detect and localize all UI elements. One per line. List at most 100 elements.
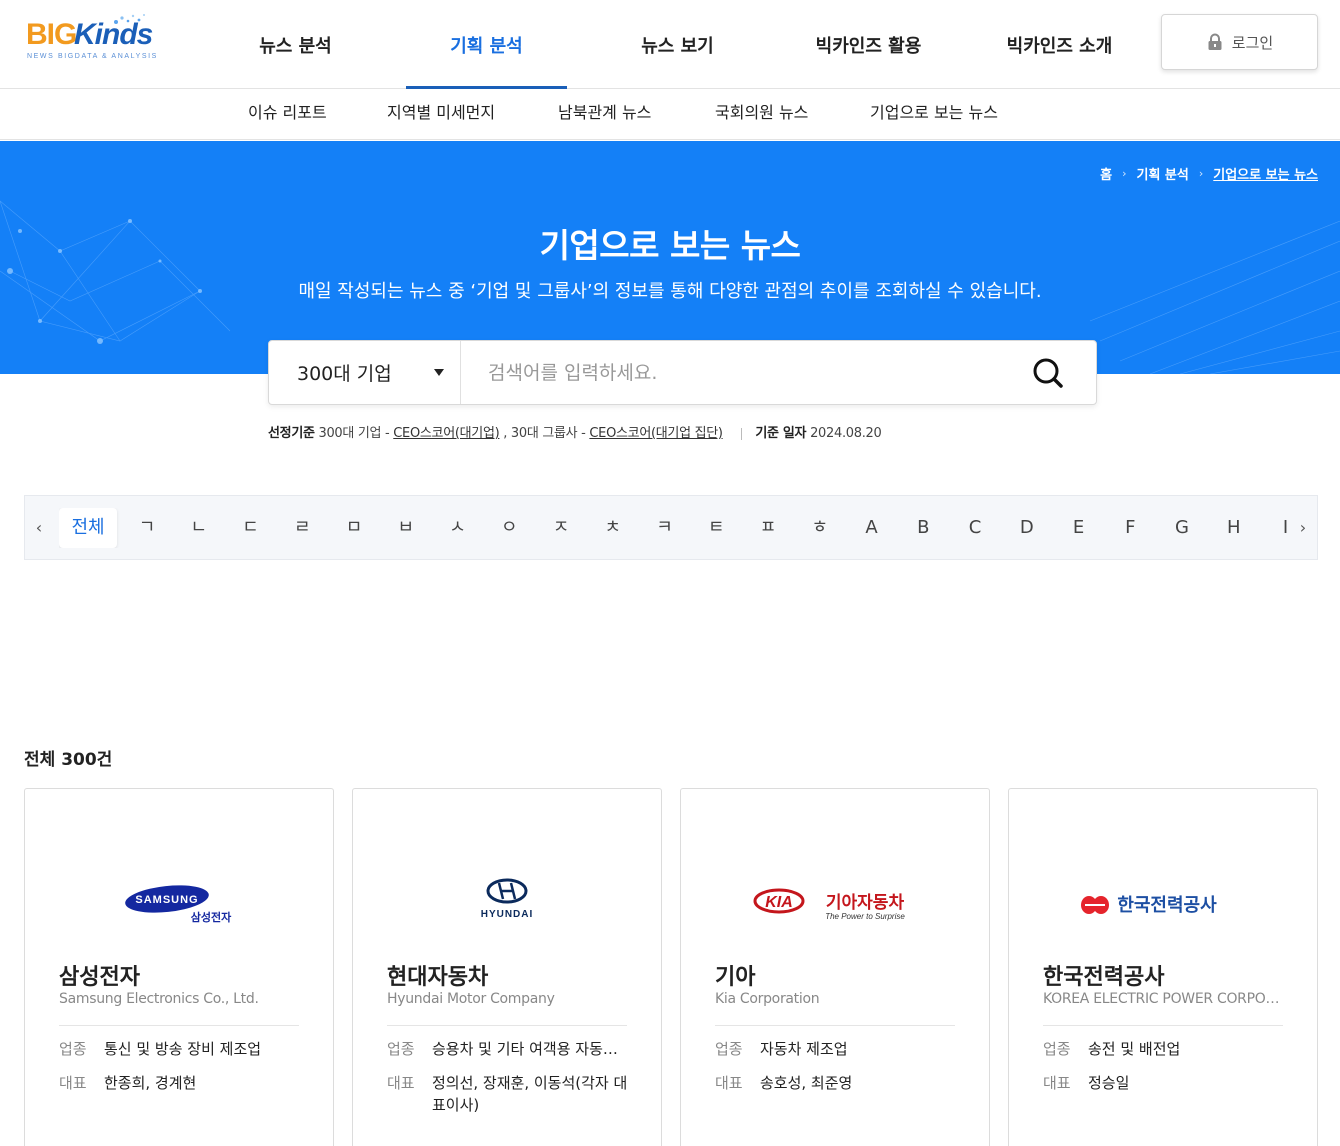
subnav-company-news[interactable]: 기업으로 보는 뉴스 bbox=[870, 89, 998, 137]
nav-planned-analysis[interactable]: 기획 분석 bbox=[391, 0, 582, 90]
filter-initial[interactable]: C bbox=[949, 508, 1001, 548]
subnav-inter-korean[interactable]: 남북관계 뉴스 bbox=[558, 89, 651, 137]
filter-initial[interactable]: ㄱ bbox=[121, 508, 173, 548]
company-type-select[interactable]: 300대 기업 bbox=[269, 341, 461, 404]
company-name: 한국전력공사 bbox=[1043, 965, 1165, 990]
page-title: 기업으로 보는 뉴스 bbox=[539, 226, 801, 265]
total-count: 전체 300건 bbox=[24, 750, 113, 770]
industry-row: 업종 송전 및 배전업 bbox=[1043, 1038, 1285, 1060]
divider bbox=[387, 1025, 627, 1026]
ceo-value: 정승일 bbox=[1088, 1074, 1130, 1092]
criteria-label: 선정기준 bbox=[268, 426, 315, 441]
filter-initial[interactable]: D bbox=[1001, 508, 1053, 548]
login-button[interactable]: 로그인 bbox=[1161, 14, 1318, 70]
industry-label: 업종 bbox=[59, 1040, 87, 1058]
filter-initial[interactable]: ㅍ bbox=[742, 508, 794, 548]
divider bbox=[1043, 1025, 1283, 1026]
filter-initial[interactable]: ㅈ bbox=[535, 508, 587, 548]
criteria-link-ceoscore[interactable]: CEO스코어(대기업) bbox=[393, 426, 499, 441]
company-card[interactable]: 한국전력공사 한국전력공사 KOREA ELECTRIC POWER CORPO… bbox=[1008, 788, 1318, 1146]
chevron-left-icon[interactable]: ‹ bbox=[25, 496, 53, 559]
company-card[interactable]: KIA 기아자동차 The Power to Surprise 기아 Kia C… bbox=[680, 788, 990, 1146]
filter-initial[interactable]: F bbox=[1104, 508, 1156, 548]
hyundai-logo-text: HYUNDAI bbox=[481, 909, 534, 920]
filter-initial[interactable]: A bbox=[846, 508, 898, 548]
subnav-fine-dust[interactable]: 지역별 미세먼지 bbox=[387, 89, 495, 137]
filter-initial[interactable]: ㅇ bbox=[483, 508, 535, 548]
criteria-link-ceoscore-group[interactable]: CEO스코어(대기업 집단) bbox=[589, 426, 723, 441]
kepco-logo-text: 한국전력공사 bbox=[1117, 895, 1217, 916]
filter-initial[interactable]: ㅋ bbox=[639, 508, 691, 548]
divider bbox=[715, 1025, 955, 1026]
breadcrumb-planned-analysis[interactable]: 기획 분석 bbox=[1136, 164, 1188, 183]
company-name: 현대자동차 bbox=[387, 965, 489, 990]
industry-label: 업종 bbox=[387, 1040, 415, 1058]
breadcrumb-home[interactable]: 홈 bbox=[1100, 164, 1112, 183]
industry-value: 통신 및 방송 장비 제조업 bbox=[104, 1040, 262, 1058]
bigkinds-logo[interactable]: BIG Kinds NEWS BIGDATA & ANALYSIS bbox=[26, 14, 176, 64]
ceo-row: 대표 송호성, 최준영 bbox=[715, 1072, 957, 1094]
nav-bigkinds-usage[interactable]: 빅카인즈 활용 bbox=[773, 0, 964, 89]
main-nav: 뉴스 분석 기획 분석 뉴스 보기 빅카인즈 활용 빅카인즈 소개 bbox=[200, 0, 1155, 90]
filter-initial[interactable]: ㅎ bbox=[794, 508, 846, 548]
subnav-issue-report[interactable]: 이슈 리포트 bbox=[248, 89, 327, 137]
industry-row: 업종 승용차 및 기타 여객용 자동차 제조업 bbox=[387, 1038, 629, 1060]
company-card[interactable]: SAMSUNG 삼성전자 삼성전자 Samsung Electronics Co… bbox=[24, 788, 334, 1146]
ceo-row: 대표 한종희, 경계현 bbox=[59, 1072, 301, 1094]
kia-logo-tagline: The Power to Surprise bbox=[825, 912, 905, 921]
company-name: 기아 bbox=[715, 965, 756, 990]
industry-row: 업종 통신 및 방송 장비 제조업 bbox=[59, 1038, 301, 1060]
initial-filter-bar: ‹ 전체 ㄱㄴㄷㄹㅁㅂㅅㅇㅈㅊㅋㅌㅍㅎ A B C D E F G H I › bbox=[24, 495, 1318, 560]
samsung-logo-sub: 삼성전자 bbox=[191, 910, 232, 924]
search-input[interactable] bbox=[462, 342, 1022, 403]
samsung-logo-text: SAMSUNG bbox=[135, 894, 198, 906]
filter-initial[interactable]: G bbox=[1156, 508, 1208, 548]
filter-initial[interactable]: ㅊ bbox=[587, 508, 639, 548]
filter-initial[interactable]: ㅅ bbox=[432, 508, 484, 548]
kepco-logo: 한국전력공사 bbox=[1009, 869, 1317, 929]
date-label: 기준 일자 bbox=[755, 426, 807, 441]
ceo-label: 대표 bbox=[715, 1074, 743, 1092]
ceo-value: 정의선, 장재훈, 이동석(각자 대표이사) bbox=[432, 1074, 628, 1114]
filter-initial[interactable]: ㅌ bbox=[690, 508, 742, 548]
company-english-name: KOREA ELECTRIC POWER CORPORATION bbox=[1043, 991, 1287, 1007]
ceo-row: 대표 정승일 bbox=[1043, 1072, 1285, 1094]
filter-all[interactable]: 전체 bbox=[59, 508, 117, 548]
breadcrumb: 홈 › 기획 분석 › 기업으로 보는 뉴스 bbox=[1100, 164, 1318, 183]
nav-news-analysis[interactable]: 뉴스 분석 bbox=[200, 0, 391, 89]
chevron-right-icon[interactable]: › bbox=[1289, 496, 1317, 559]
hyundai-logo: HYUNDAI bbox=[353, 869, 661, 929]
filter-initial[interactable]: ㅁ bbox=[328, 508, 380, 548]
kia-logo-text: KIA bbox=[765, 894, 793, 911]
criteria-text-1: 300대 기업 - bbox=[318, 426, 394, 441]
subnav-assembly[interactable]: 국회의원 뉴스 bbox=[715, 89, 808, 137]
company-english-name: Kia Corporation bbox=[715, 991, 820, 1007]
nav-bigkinds-about[interactable]: 빅카인즈 소개 bbox=[964, 0, 1155, 89]
filter-initial[interactable]: H bbox=[1208, 508, 1260, 548]
company-type-value: 300대 기업 bbox=[297, 363, 392, 385]
breadcrumb-chevron-icon: › bbox=[1122, 167, 1127, 180]
sub-nav: 이슈 리포트 지역별 미세먼지 남북관계 뉴스 국회의원 뉴스 기업으로 보는 … bbox=[0, 89, 1340, 140]
divider bbox=[59, 1025, 299, 1026]
breadcrumb-current[interactable]: 기업으로 보는 뉴스 bbox=[1213, 164, 1318, 183]
top-header: BIG Kinds NEWS BIGDATA & ANALYSIS 뉴스 분석 … bbox=[0, 0, 1340, 90]
industry-label: 업종 bbox=[1043, 1040, 1071, 1058]
logo-big-text: BIG bbox=[26, 18, 77, 51]
company-english-name: Samsung Electronics Co., Ltd. bbox=[59, 991, 259, 1007]
filter-initial[interactable]: B bbox=[897, 508, 949, 548]
industry-value: 승용차 및 기타 여객용 자동차 제조업 bbox=[432, 1040, 629, 1058]
company-name: 삼성전자 bbox=[59, 965, 140, 990]
search-icon[interactable] bbox=[1032, 357, 1064, 389]
company-card[interactable]: HYUNDAI 현대자동차 Hyundai Motor Company 업종 승… bbox=[352, 788, 662, 1146]
kia-logo: KIA 기아자동차 The Power to Surprise bbox=[681, 869, 989, 929]
criteria-text-2: , 30대 그룹사 - bbox=[499, 426, 590, 441]
industry-row: 업종 자동차 제조업 bbox=[715, 1038, 957, 1060]
filter-initial[interactable]: E bbox=[1053, 508, 1105, 548]
filter-initial[interactable]: ㄴ bbox=[173, 508, 225, 548]
filter-initial[interactable]: ㄷ bbox=[225, 508, 277, 548]
nav-news-view[interactable]: 뉴스 보기 bbox=[582, 0, 773, 89]
filter-initial[interactable]: ㅂ bbox=[380, 508, 432, 548]
filter-initial[interactable]: ㄹ bbox=[276, 508, 328, 548]
ceo-label: 대표 bbox=[59, 1074, 87, 1092]
ceo-value: 송호성, 최준영 bbox=[760, 1074, 853, 1092]
